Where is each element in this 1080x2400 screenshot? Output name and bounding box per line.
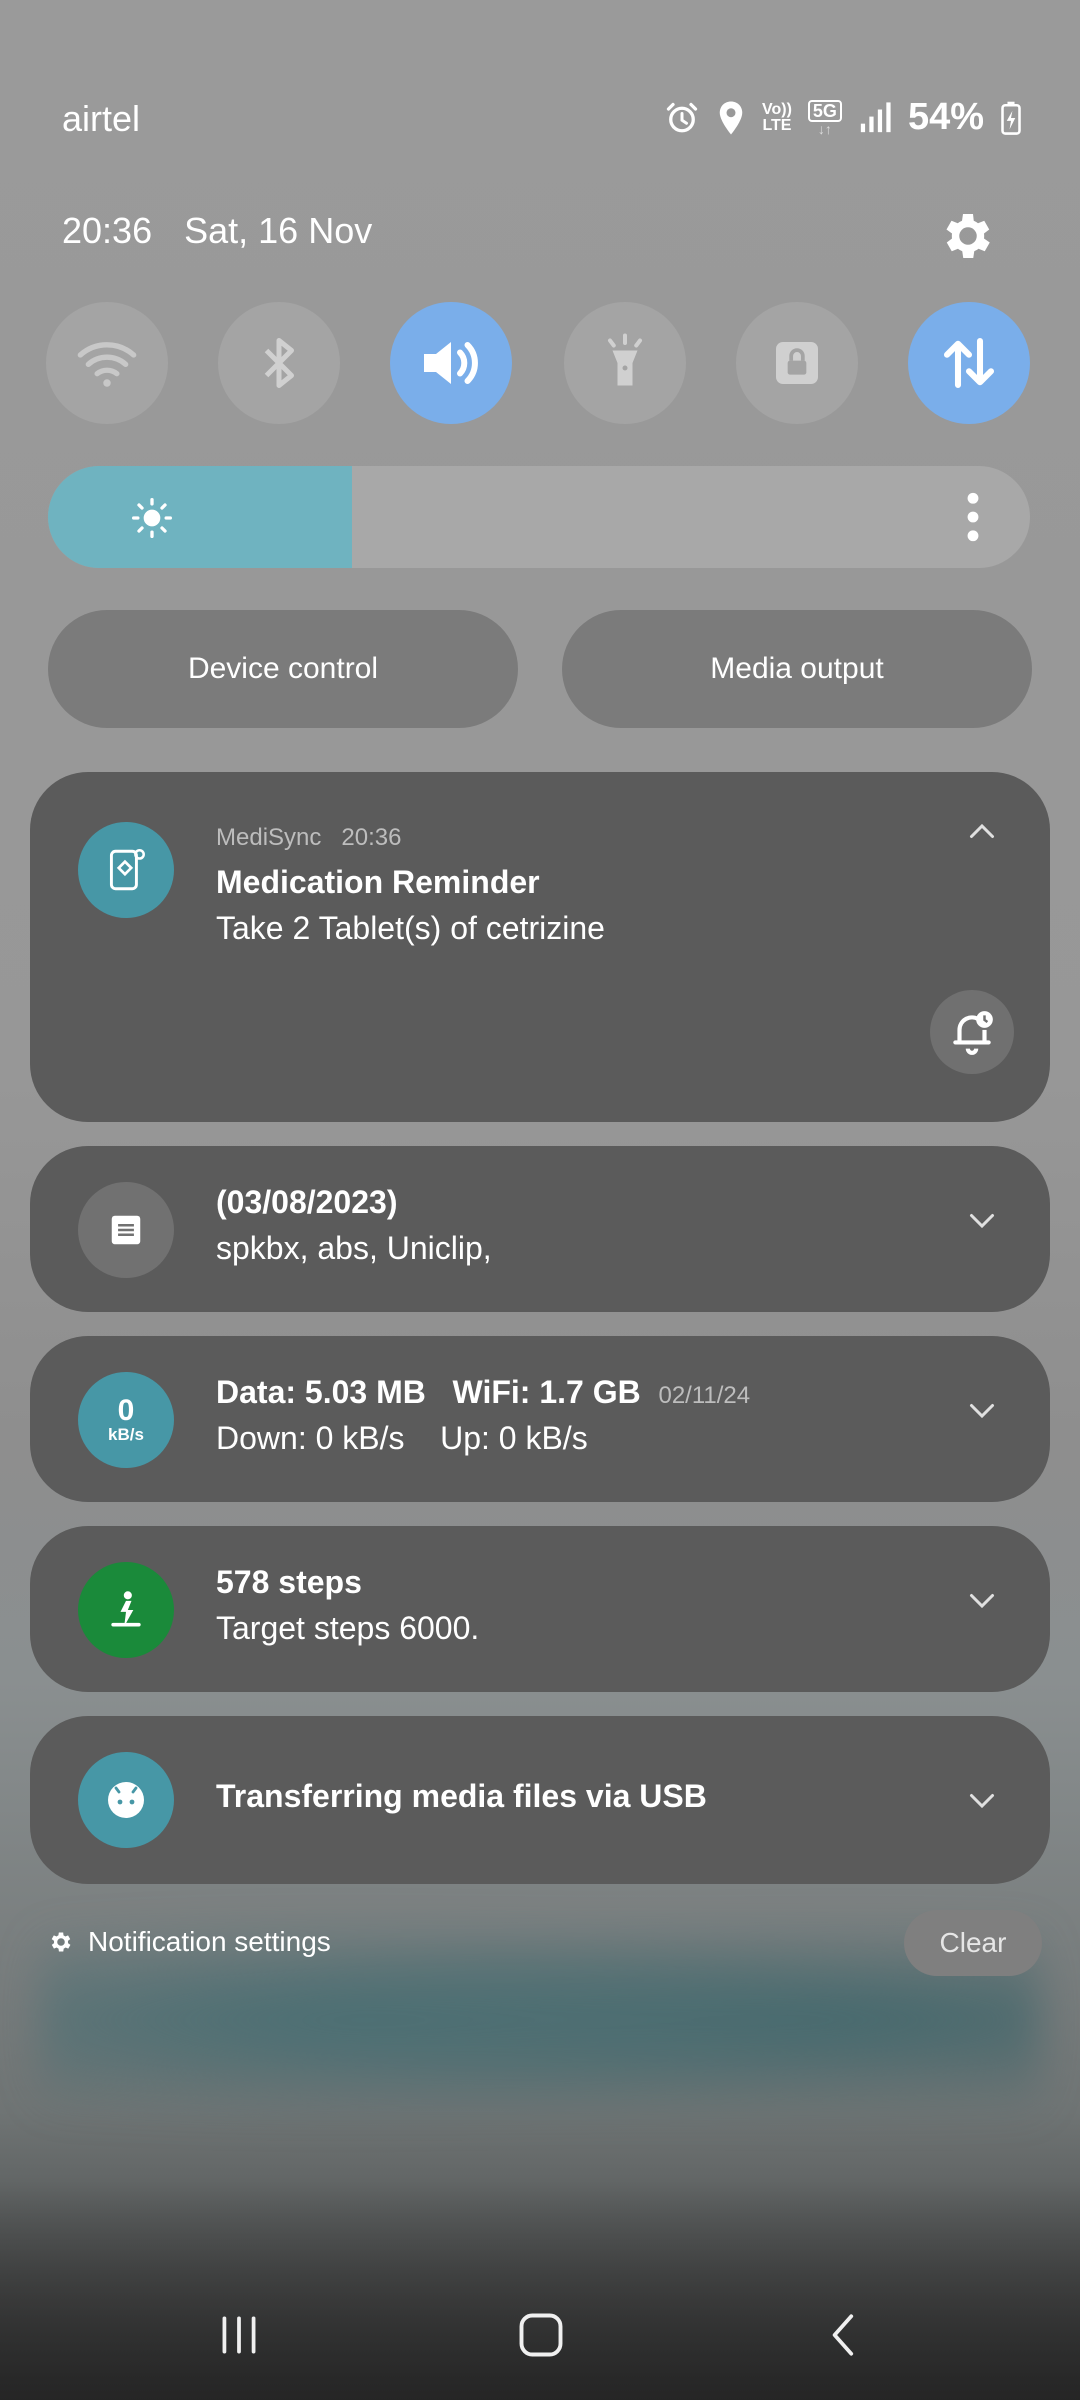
- battery-charging-icon: [1000, 101, 1022, 135]
- notification-title: Medication Reminder: [216, 864, 540, 900]
- chevron-up-icon[interactable]: [964, 814, 1000, 850]
- wifi-icon: [77, 342, 137, 387]
- mobile-data-toggle[interactable]: [908, 302, 1030, 424]
- network-5g-icon: 5G ↓↑: [807, 99, 842, 136]
- walking-person-icon: [111, 1591, 141, 1627]
- gear-icon: [51, 1932, 71, 1952]
- bluetooth-toggle[interactable]: [218, 302, 340, 424]
- back-icon: [832, 2314, 854, 2356]
- notification-body: Target steps 6000.: [216, 1610, 480, 1646]
- usb-app-icon: [78, 1752, 174, 1848]
- chevron-down-icon[interactable]: [964, 1392, 1000, 1428]
- date-label[interactable]: Sat, 16 Nov: [184, 210, 372, 251]
- status-bar: airtel Vo)) LTE 5G ↓↑ 54%: [0, 90, 1080, 150]
- note-notification[interactable]: (03/08/2023) spkbx, abs, Uniclip,: [30, 1146, 1050, 1312]
- medisync-meta: MediSync 20:36: [216, 824, 401, 852]
- steps-notification[interactable]: 578 steps Target steps 6000.: [30, 1526, 1050, 1692]
- portrait-lock-toggle[interactable]: [736, 302, 858, 424]
- home-icon: [519, 2313, 563, 2357]
- notification-date: 02/11/24: [658, 1382, 751, 1409]
- notification-title: (03/08/2023): [216, 1184, 398, 1220]
- notification-body: Down: 0 kB/s Up: 0 kB/s: [216, 1420, 588, 1456]
- notification-time: 20:36: [341, 824, 402, 851]
- status-icons: Vo)) LTE 5G ↓↑ 54%: [664, 96, 1022, 139]
- android-icon: [108, 1782, 144, 1818]
- steps-app-icon: [78, 1562, 174, 1658]
- notification-title: 578 steps: [216, 1564, 362, 1600]
- bluetooth-icon: [264, 338, 294, 388]
- chevron-down-icon[interactable]: [964, 1782, 1000, 1818]
- note-app-icon: [78, 1182, 174, 1278]
- alarm-icon: [664, 100, 700, 136]
- wifi-toggle[interactable]: [46, 302, 168, 424]
- sun-icon: [132, 498, 172, 538]
- notification-body: Take 2 Tablet(s) of cetrizine: [216, 910, 605, 946]
- recents-icon: [222, 2316, 256, 2354]
- media-output-button[interactable]: Media output: [562, 610, 1032, 728]
- quick-settings-toggles: [46, 302, 1036, 424]
- settings-gear-icon[interactable]: [938, 206, 998, 266]
- medisync-notification[interactable]: MediSync 20:36 Medication Reminder Take …: [30, 772, 1050, 1122]
- notification-body: spkbx, abs, Uniclip,: [216, 1230, 492, 1266]
- medisync-app-icon: [78, 822, 174, 918]
- sound-toggle[interactable]: [390, 302, 512, 424]
- home-button[interactable]: [496, 2290, 586, 2380]
- signal-icon: [858, 101, 892, 135]
- notification-title: Transferring media files via USB: [216, 1778, 707, 1814]
- brightness-fill: [48, 466, 353, 568]
- notification-settings-label: Notification settings: [88, 1926, 331, 1957]
- notification-settings-link[interactable]: Notification settings: [48, 1926, 331, 1958]
- more-options-icon[interactable]: [964, 492, 982, 542]
- volte-icon: Vo)) LTE: [762, 100, 792, 134]
- snooze-bell-icon: [953, 1011, 993, 1055]
- chevron-down-icon[interactable]: [964, 1202, 1000, 1238]
- flashlight-toggle[interactable]: [564, 302, 686, 424]
- data-speed-icon: 0 kB/s: [78, 1372, 174, 1468]
- device-control-button[interactable]: Device control: [48, 610, 518, 728]
- date-time-row: 20:36 Sat, 16 Nov: [62, 210, 394, 252]
- clock-time[interactable]: 20:36: [62, 210, 152, 251]
- speaker-icon: [424, 342, 478, 384]
- flashlight-icon: [608, 333, 642, 386]
- app-name: MediSync: [216, 824, 322, 851]
- data-arrows-icon: [943, 337, 995, 389]
- notification-title: Data: 5.03 MB WiFi: 1.7 GB 02/11/24: [216, 1374, 751, 1410]
- carrier-name: airtel: [62, 98, 141, 139]
- clear-button[interactable]: Clear: [904, 1910, 1042, 1976]
- chevron-down-icon[interactable]: [964, 1582, 1000, 1618]
- data-usage-notification[interactable]: 0 kB/s Data: 5.03 MB WiFi: 1.7 GB 02/11/…: [30, 1336, 1050, 1502]
- back-button[interactable]: [800, 2290, 890, 2380]
- battery-percent: 54%: [907, 96, 984, 138]
- location-icon: [716, 100, 746, 136]
- usb-notification[interactable]: Transferring media files via USB: [30, 1716, 1050, 1884]
- brightness-slider[interactable]: [48, 466, 1030, 568]
- navigation-bar: [0, 2290, 1080, 2380]
- recents-button[interactable]: [194, 2290, 284, 2380]
- lock-icon: [776, 342, 818, 384]
- snooze-button[interactable]: [930, 990, 1014, 1074]
